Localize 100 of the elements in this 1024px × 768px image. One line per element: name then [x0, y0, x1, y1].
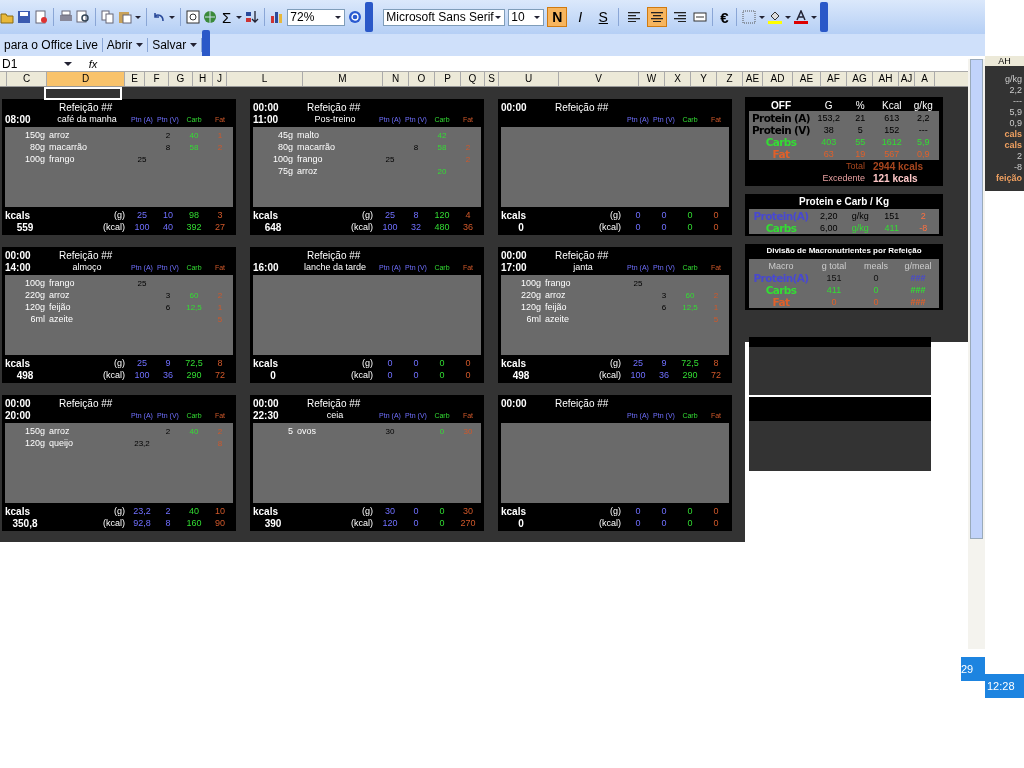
column-header[interactable]: AH	[985, 56, 1024, 66]
column-header[interactable]: M	[303, 72, 383, 86]
total-value: 0	[712, 518, 720, 528]
font-combo[interactable]: Microsoft Sans Serif	[383, 8, 506, 26]
column-header[interactable]: N	[383, 72, 409, 86]
caret-icon	[64, 60, 72, 67]
column-header[interactable]: A	[915, 72, 935, 86]
kcals-label: kcals	[5, 209, 32, 221]
time-text: 17:00	[501, 261, 528, 273]
column-header[interactable]: AH	[873, 72, 899, 86]
format-button[interactable]: I	[570, 7, 591, 27]
column-header[interactable]: AF	[821, 72, 847, 86]
merge-icon[interactable]	[693, 10, 708, 24]
meal-name: janta	[572, 262, 594, 272]
column-header[interactable]: J	[213, 72, 227, 86]
column-header[interactable]: F	[145, 72, 169, 86]
total-value: 8	[712, 358, 720, 368]
unit-label: (g)	[609, 506, 622, 516]
column-header[interactable]: V	[559, 72, 639, 86]
column-header[interactable]: O	[409, 72, 435, 86]
cell-text: cals	[1004, 140, 1022, 150]
column-header[interactable]: W	[639, 72, 665, 86]
toolbar-grip[interactable]	[365, 2, 374, 32]
column-header[interactable]: G	[169, 72, 193, 86]
total-value: 0	[438, 518, 446, 528]
division-header: Macro	[767, 261, 795, 271]
per-kg-value: g/kg	[850, 211, 870, 221]
document-icon[interactable]	[34, 10, 48, 24]
food-name: arroz	[545, 290, 567, 300]
help-icon[interactable]	[348, 10, 363, 24]
column-header[interactable]: D	[47, 72, 125, 86]
macro-value: 23,2	[133, 438, 151, 448]
toolbar-menu-button[interactable]: para o Office Live	[0, 38, 103, 52]
total-value: 72	[214, 370, 226, 380]
food-name: arroz	[49, 426, 71, 436]
unit-label: (kcal)	[102, 370, 126, 380]
division-value: 0	[872, 285, 880, 295]
toolbar-menu-button[interactable]: Abrir	[102, 38, 149, 52]
folder-icon[interactable]	[0, 10, 14, 24]
format-button[interactable]: S	[593, 7, 614, 27]
column-header[interactable]: Y	[691, 72, 717, 86]
font-size-combo[interactable]: 10	[508, 8, 545, 26]
food-name: arroz	[297, 166, 319, 176]
align-button[interactable]	[647, 7, 668, 27]
font-color-icon[interactable]	[793, 10, 808, 24]
vertical-scrollbar[interactable]	[968, 59, 985, 649]
column-header[interactable]: AE	[743, 72, 763, 86]
total-value: 40	[162, 222, 174, 232]
magnifier-icon[interactable]	[76, 10, 90, 24]
column-header[interactable]: Z	[717, 72, 743, 86]
excess-kcals: 121 kcals	[873, 172, 919, 184]
food-quantity: 220g	[23, 290, 46, 300]
total-value: 2	[164, 506, 172, 516]
total-value: 27	[214, 222, 226, 232]
summary-header: OFF	[770, 99, 792, 111]
function-button[interactable]: fx	[74, 57, 112, 70]
bar-chart-icon[interactable]	[270, 10, 285, 24]
macro-label: Fat	[772, 296, 790, 308]
toolbar-grip[interactable]	[819, 2, 828, 32]
column-header[interactable]: AE	[793, 72, 821, 86]
fill-bucket-icon[interactable]	[767, 10, 782, 24]
column-header[interactable]: P	[435, 72, 461, 86]
time-text: 00:00	[501, 101, 528, 113]
selected-cell[interactable]	[44, 87, 122, 100]
kcals-label: kcals	[5, 505, 32, 517]
column-header[interactable]: AG	[847, 72, 873, 86]
column-header[interactable]: X	[665, 72, 691, 86]
column-header[interactable]: U	[499, 72, 559, 86]
macro-value: 2	[216, 142, 224, 152]
column-header[interactable]: S	[485, 72, 499, 86]
save-icon[interactable]	[17, 10, 31, 24]
column-header[interactable]: Q	[461, 72, 485, 86]
undo-icon[interactable]	[152, 10, 166, 24]
kcals-total: 390	[263, 517, 283, 529]
macro-value: 2	[464, 142, 472, 152]
column-header[interactable]: AJ	[899, 72, 915, 86]
food-name: arroz	[49, 290, 71, 300]
sort-icon[interactable]	[245, 10, 260, 24]
food-name: arroz	[49, 130, 71, 140]
copy-icon[interactable]	[101, 10, 115, 24]
meal-title: Refeição ##	[58, 397, 113, 409]
printer-icon[interactable]	[59, 10, 73, 24]
name-box[interactable]: D1	[0, 56, 74, 71]
kcals-total: 350,8	[11, 517, 39, 529]
macro-value: 6	[660, 302, 668, 312]
zoom-combo[interactable]: 72%	[287, 8, 346, 26]
column-header[interactable]: H	[193, 72, 213, 86]
total-value: 0	[686, 506, 694, 516]
macro-label: Carbs	[765, 284, 797, 296]
format-button[interactable]: N	[547, 7, 568, 27]
column-header[interactable]: AD	[763, 72, 793, 86]
autosum-button[interactable]: Σ	[220, 8, 234, 26]
column-header[interactable]: E	[125, 72, 145, 86]
total-value: 4	[464, 210, 472, 220]
currency-button[interactable]: €	[718, 8, 731, 26]
clipboard-icon[interactable]	[118, 10, 132, 24]
column-header[interactable]: L	[227, 72, 303, 86]
food-name: macarrão	[49, 142, 88, 152]
total-value: 0	[712, 506, 720, 516]
total-value: 32	[410, 222, 422, 232]
